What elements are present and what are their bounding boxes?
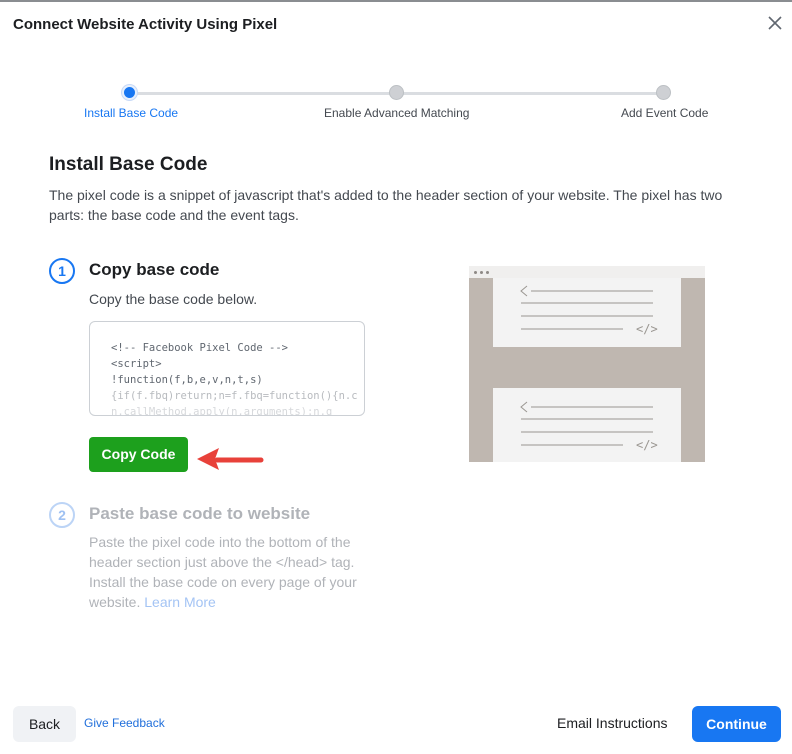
section-title: Install Base Code xyxy=(49,154,208,175)
code-line: n.callMethod.apply(n,arguments):n.q xyxy=(111,406,333,416)
step-label-add-event-code[interactable]: Add Event Code xyxy=(621,106,708,120)
pointer-arrow-icon xyxy=(197,448,264,470)
website-illustration: </> </> xyxy=(469,266,705,462)
step1-description: Copy the base code below. xyxy=(89,291,258,307)
code-line: <!-- Facebook Pixel Code --> xyxy=(111,342,289,354)
back-button[interactable]: Back xyxy=(13,706,76,742)
code-card-top: </> xyxy=(493,278,681,347)
pixel-dialog: Connect Website Activity Using Pixel Ins… xyxy=(0,0,792,754)
step2-title: Paste base code to website xyxy=(89,504,311,523)
step-label-enable-advanced-matching[interactable]: Enable Advanced Matching xyxy=(324,106,469,120)
step2-description: Paste the pixel code into the bottom of … xyxy=(89,532,364,612)
stepper-line xyxy=(130,92,396,95)
step2-description-text: Paste the pixel code into the bottom of … xyxy=(89,534,357,610)
step-label-install-base-code[interactable]: Install Base Code xyxy=(84,106,178,120)
section-description: The pixel code is a snippet of javascrip… xyxy=(49,187,723,223)
continue-button[interactable]: Continue xyxy=(692,706,781,742)
step-dot-add-event-code[interactable] xyxy=(656,85,671,100)
step1-title: Copy base code xyxy=(89,260,220,279)
code-line: !function(f,b,e,v,n,t,s) xyxy=(111,374,263,386)
code-glyph: </> xyxy=(636,322,658,336)
code-card-bottom: </> xyxy=(493,388,681,462)
step-dot-install-base-code[interactable] xyxy=(122,85,137,100)
browser-bar xyxy=(469,266,705,278)
learn-more-link[interactable]: Learn More xyxy=(144,594,216,610)
code-glyph: </> xyxy=(636,438,658,452)
code-line: <script> xyxy=(111,358,162,370)
step-dot-enable-advanced-matching[interactable] xyxy=(389,85,404,100)
code-lines-icon xyxy=(520,285,653,330)
step-number-2: 2 xyxy=(49,502,75,528)
step-number-1: 1 xyxy=(49,258,75,284)
give-feedback-link[interactable]: Give Feedback xyxy=(84,716,165,730)
email-instructions-button[interactable]: Email Instructions xyxy=(557,715,667,731)
code-line: {if(f.fbq)return;n=f.fbq=function(){n.c xyxy=(111,390,358,402)
copy-code-button[interactable]: Copy Code xyxy=(89,437,188,472)
stepper-line xyxy=(397,92,663,95)
close-icon[interactable] xyxy=(766,14,784,32)
dialog-title: Connect Website Activity Using Pixel xyxy=(13,16,278,33)
base-code-box[interactable]: <!-- Facebook Pixel Code --> <script> !f… xyxy=(89,321,365,416)
